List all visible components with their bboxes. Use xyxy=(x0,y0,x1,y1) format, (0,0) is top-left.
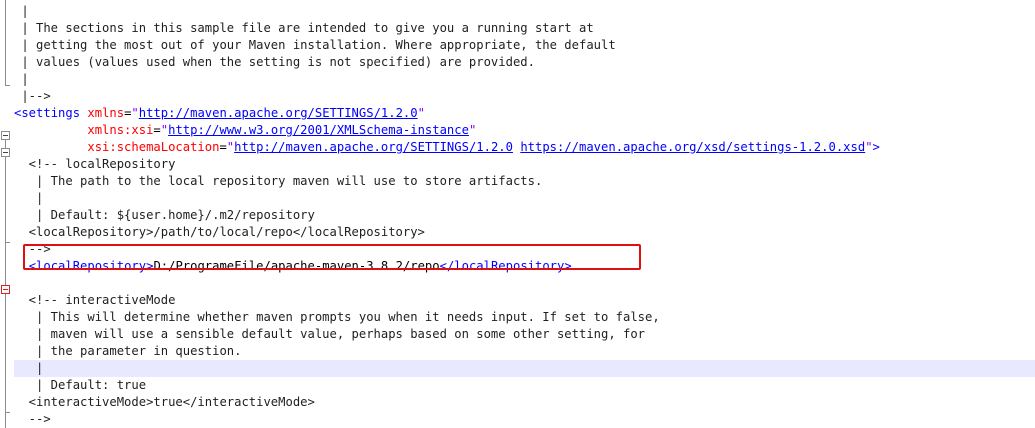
code-line: | getting the most out of your Maven ins… xyxy=(14,37,1035,54)
comment-text: <localRepository>/path/to/local/repo</lo… xyxy=(14,225,425,239)
fold-toggle-settings-icon[interactable] xyxy=(1,131,10,140)
code-line: |--> xyxy=(14,88,1035,105)
code-area[interactable]: | | The sections in this sample file are… xyxy=(14,3,1035,428)
code-line: | This will determine whether maven prom… xyxy=(14,309,1035,326)
quote: " xyxy=(160,123,169,137)
code-line: | the parameter in question. xyxy=(14,343,1035,360)
comment-text: | The path to the local repository maven… xyxy=(14,174,543,188)
quote: " xyxy=(468,123,477,137)
comment-text: | xyxy=(14,4,29,18)
comment-text: | This will determine whether maven prom… xyxy=(14,310,660,324)
fold-end-tick xyxy=(5,85,10,86)
code-line: <settings xmlns="http://maven.apache.org… xyxy=(14,105,1035,122)
comment-text: <!-- localRepository xyxy=(14,157,176,171)
code-line: <!-- interactiveMode xyxy=(14,292,1035,309)
fold-toggle-comment-icon[interactable] xyxy=(1,285,10,294)
equals: = xyxy=(219,140,227,154)
tag-name: settings xyxy=(21,106,88,120)
code-line: xsi:schemaLocation= " http://maven.apache.… xyxy=(14,139,1035,156)
code-line: xmlns:xsi="http://www.w3.org/2001/XMLSch… xyxy=(14,122,1035,139)
comment-text: | xyxy=(14,191,44,205)
code-line: | The path to the local repository maven… xyxy=(14,173,1035,190)
code-line: | Default: true xyxy=(14,377,1035,394)
xml-editor[interactable]: | | The sections in this sample file are… xyxy=(0,0,1035,428)
attribute-name: xmlns:xsi xyxy=(87,123,154,137)
comment-text: | Default: ${user.home}/.m2/repository xyxy=(14,208,315,222)
quote: " xyxy=(131,106,139,120)
quote: " xyxy=(865,140,873,154)
attribute-name: xmlns xyxy=(87,106,125,120)
comment-text: | xyxy=(14,361,44,375)
code-line: | values (values used when the setting i… xyxy=(14,54,1035,71)
code-line: | xyxy=(14,3,1035,20)
url-link[interactable]: http://maven.apache.org/SETTINGS/1.2.0 xyxy=(234,140,513,154)
fold-toggle-comment-icon[interactable] xyxy=(1,148,10,157)
equals: = xyxy=(153,123,161,137)
url-link[interactable]: http://maven.apache.org/SETTINGS/1.2.0 xyxy=(139,106,418,120)
comment-text: <!-- interactiveMode xyxy=(14,293,176,307)
comment-text: | xyxy=(14,72,29,86)
code-line: | xyxy=(14,71,1035,88)
url-link[interactable]: https://maven.apache.org/xsd/settings-1.… xyxy=(520,140,865,154)
code-line: | xyxy=(14,360,1035,377)
comment-text: |--> xyxy=(14,89,51,103)
fold-line xyxy=(5,140,6,428)
highlight-annotation-box xyxy=(23,244,641,270)
comment-text: | the parameter in question. xyxy=(14,344,242,358)
code-line: | Default: ${user.home}/.m2/repository xyxy=(14,207,1035,224)
comment-text: | getting the most out of your Maven ins… xyxy=(14,38,616,52)
code-line: | maven will use a sensible default valu… xyxy=(14,326,1035,343)
comment-text: | The sections in this sample file are i… xyxy=(14,21,594,35)
tag-bracket: > xyxy=(872,140,880,154)
comment-text: | Default: true xyxy=(14,378,147,392)
comment-text: <interactiveMode>true</interactiveMode> xyxy=(14,395,315,409)
code-line: <localRepository>/path/to/local/repo</lo… xyxy=(14,224,1035,241)
comment-text: | maven will use a sensible default valu… xyxy=(14,327,646,341)
fold-end-tick xyxy=(5,412,10,413)
url-link[interactable]: http://www.w3.org/2001/XMLSchema-instanc… xyxy=(168,123,469,137)
code-line: <interactiveMode>true</interactiveMode> xyxy=(14,394,1035,411)
comment-text: | values (values used when the setting i… xyxy=(14,55,535,69)
quote: " xyxy=(417,106,425,120)
code-line: | xyxy=(14,190,1035,207)
attribute-name: xsi:schemaLocation xyxy=(87,140,220,154)
code-line: <!-- localRepository xyxy=(14,156,1035,173)
fold-line xyxy=(5,0,6,85)
code-line: --> xyxy=(14,411,1035,428)
fold-end-tick xyxy=(5,242,10,243)
fold-margin xyxy=(0,0,12,428)
comment-text: --> xyxy=(14,412,51,426)
code-line: | The sections in this sample file are i… xyxy=(14,20,1035,37)
